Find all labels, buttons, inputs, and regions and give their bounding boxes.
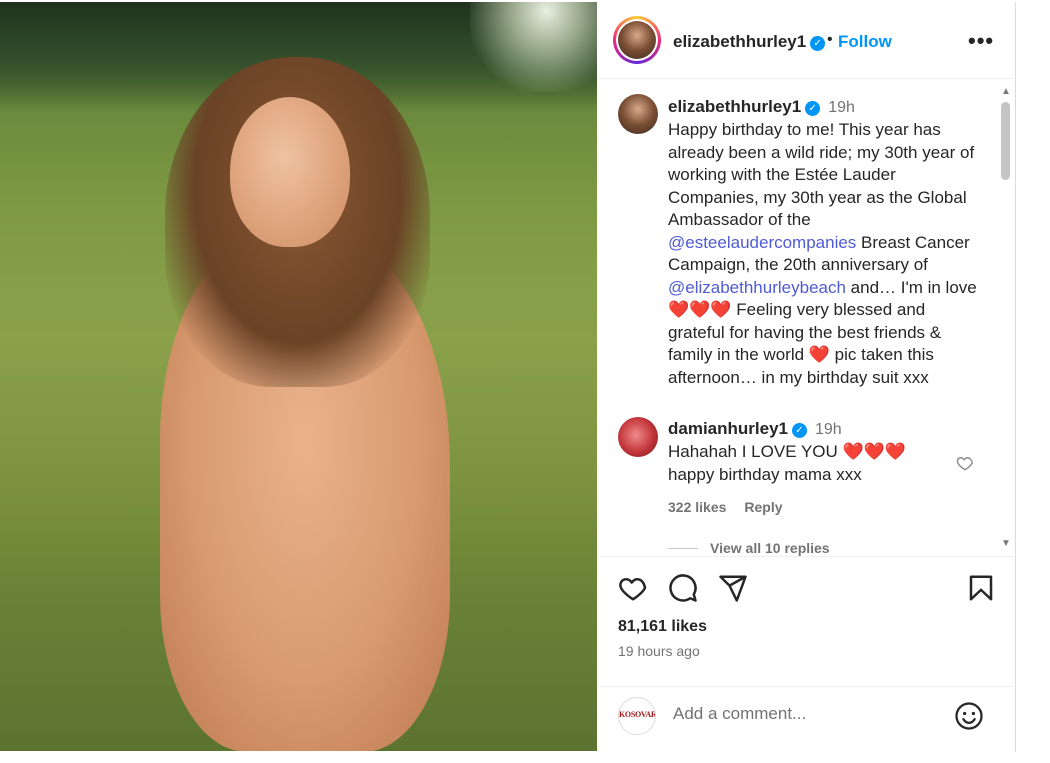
- commenter-username[interactable]: damianhurley1: [668, 419, 788, 438]
- comment-likes-count[interactable]: 322 likes: [668, 499, 726, 515]
- caption-author-avatar[interactable]: [618, 94, 658, 134]
- post-header: elizabethhurley1 ✓ • Follow •••: [598, 2, 1016, 79]
- caption-username[interactable]: elizabethhurley1: [668, 97, 801, 116]
- author-avatar[interactable]: [613, 16, 661, 64]
- heart-emoji: ❤️❤️❤️: [668, 300, 732, 319]
- comment-time[interactable]: 19h: [815, 421, 842, 438]
- comment-meta: 322 likes Reply: [668, 499, 801, 515]
- comment-header: damianhurley1 ✓ 19h: [668, 419, 842, 439]
- scrollbar-thumb[interactable]: [1001, 102, 1010, 180]
- separator-dot: •: [827, 31, 833, 48]
- caption-header: elizabethhurley1 ✓ 19h: [668, 97, 855, 117]
- verified-badge-icon: ✓: [792, 423, 807, 438]
- comment-icon[interactable]: [668, 573, 698, 603]
- comments-section[interactable]: ▲ ▼ elizabethhurley1 ✓ 19h Happy birthday …: [598, 80, 1016, 556]
- reply-button[interactable]: Reply: [744, 499, 782, 515]
- view-replies-button[interactable]: View all 10 replies: [710, 540, 830, 556]
- subject-face: [230, 97, 350, 247]
- replies-divider: [668, 548, 698, 549]
- author-username[interactable]: elizabethhurley1 ✓: [673, 32, 826, 52]
- comment-text: Hahahah I LOVE YOU ❤️❤️❤️ happy birthday…: [668, 442, 907, 484]
- heart-emoji: ❤️❤️❤️: [842, 442, 907, 461]
- caption-text: Happy birthday to me! This year has alre…: [668, 120, 977, 387]
- scroll-down-arrow-icon[interactable]: ▼: [1001, 538, 1011, 549]
- more-options-icon[interactable]: •••: [968, 28, 994, 54]
- comment-like-heart-icon[interactable]: [956, 454, 974, 472]
- heart-icon[interactable]: [618, 573, 648, 603]
- heart-emoji: ❤️: [808, 345, 830, 364]
- post-side-panel: elizabethhurley1 ✓ • Follow ••• ▲ ▼ eliza…: [598, 2, 1016, 752]
- mention-esteelaudercompanies[interactable]: @esteelaudercompanies: [668, 233, 856, 252]
- scroll-up-arrow-icon[interactable]: ▲: [1001, 86, 1011, 97]
- mention-elizabethhurleybeach[interactable]: @elizabethhurleybeach: [668, 278, 846, 297]
- follow-button[interactable]: Follow: [838, 32, 892, 52]
- caption-time[interactable]: 19h: [828, 99, 855, 116]
- current-user-avatar: KOSOVARJA: [618, 697, 656, 735]
- add-comment-input[interactable]: [673, 704, 933, 724]
- emoji-icon[interactable]: [954, 701, 984, 731]
- share-icon[interactable]: [718, 573, 748, 603]
- commenter-avatar[interactable]: [618, 417, 658, 457]
- post-timestamp[interactable]: 19 hours ago: [618, 643, 700, 659]
- post-actions: 81,161 likes 19 hours ago: [598, 556, 1016, 686]
- verified-badge-icon: ✓: [810, 36, 826, 51]
- post-image[interactable]: [0, 2, 597, 751]
- bookmark-icon[interactable]: [966, 573, 996, 603]
- verified-badge-icon: ✓: [805, 101, 821, 116]
- add-comment-bar: KOSOVARJA: [598, 686, 1016, 752]
- background-sky: [470, 2, 597, 92]
- likes-count[interactable]: 81,161 likes: [618, 618, 707, 636]
